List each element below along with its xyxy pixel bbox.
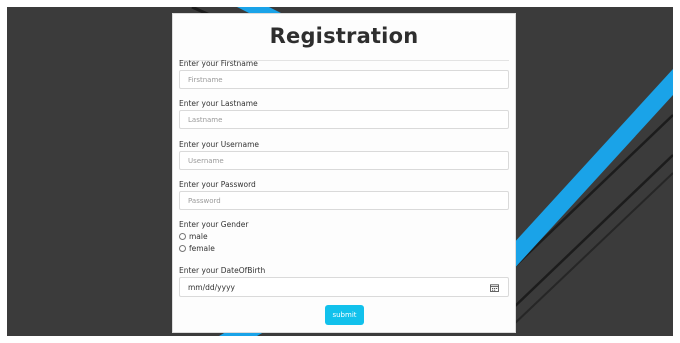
calendar-icon[interactable] bbox=[490, 284, 499, 292]
dob-input[interactable]: mm/dd/yyyy bbox=[179, 277, 509, 297]
username-input[interactable] bbox=[179, 151, 509, 170]
firstname-input[interactable] bbox=[179, 70, 509, 89]
username-label: Enter your Username bbox=[179, 140, 259, 149]
password-input[interactable] bbox=[179, 191, 509, 210]
firstname-group: Enter your Firstname bbox=[179, 59, 509, 89]
gender-option-female[interactable]: female bbox=[179, 242, 509, 254]
male-label: male bbox=[189, 231, 208, 241]
gender-label: Enter your Gender bbox=[179, 220, 249, 229]
lastname-input[interactable] bbox=[179, 110, 509, 129]
password-group: Enter your Password bbox=[179, 180, 509, 210]
gender-option-male[interactable]: male bbox=[179, 230, 509, 242]
gender-group: Enter your Gender male female bbox=[179, 220, 509, 254]
female-radio[interactable] bbox=[179, 244, 186, 252]
firstname-label: Enter your Firstname bbox=[179, 59, 258, 68]
registration-form: Registration Enter your Firstname Enter … bbox=[172, 13, 516, 333]
female-label: female bbox=[189, 243, 215, 253]
form-title: Registration bbox=[269, 24, 419, 48]
male-radio[interactable] bbox=[179, 232, 186, 240]
dob-label: Enter your DateOfBirth bbox=[179, 266, 266, 275]
password-label: Enter your Password bbox=[179, 180, 256, 189]
lastname-group: Enter your Lastname bbox=[179, 99, 509, 129]
dob-placeholder: mm/dd/yyyy bbox=[188, 283, 235, 292]
dob-group: Enter your DateOfBirth mm/dd/yyyy bbox=[179, 266, 509, 297]
submit-button[interactable]: submit bbox=[325, 305, 364, 325]
lastname-label: Enter your Lastname bbox=[179, 99, 258, 108]
username-group: Enter your Username bbox=[179, 140, 509, 170]
